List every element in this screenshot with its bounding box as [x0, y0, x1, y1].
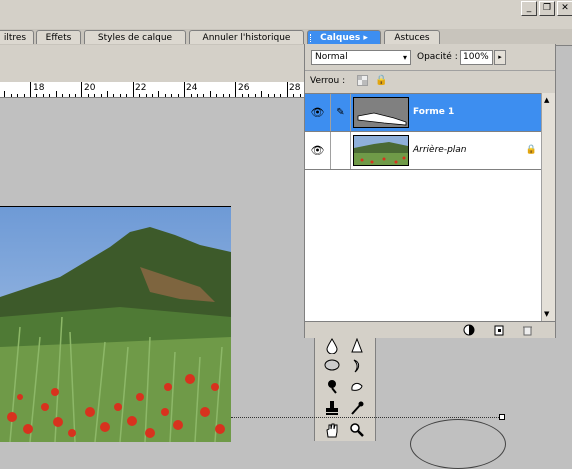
grip-icon — [310, 34, 313, 42]
tab-effets[interactable]: Effets — [36, 30, 81, 44]
opacity-input[interactable]: 100% — [460, 50, 493, 65]
close-icon: ✕ — [561, 3, 569, 13]
tab-calques[interactable]: Calques ▸ — [307, 30, 381, 45]
toolbox — [314, 337, 376, 441]
tab-label: Styles de calque — [97, 33, 173, 43]
smudge-tool[interactable] — [346, 358, 368, 376]
layers-bottom-bar — [305, 321, 555, 338]
brush-icon: ✎ — [336, 107, 345, 118]
tab-label: Effets — [45, 33, 72, 43]
layer-name[interactable]: Arrière-plan — [413, 145, 467, 155]
visibility-toggle[interactable]: 👁 — [305, 132, 331, 169]
transform-handle[interactable] — [499, 414, 505, 420]
lock-all-checkbox[interactable]: 🔒 — [375, 75, 388, 86]
checkerboard-icon — [358, 76, 367, 85]
tab-label: Annuler l'historique — [202, 33, 291, 43]
restore-button[interactable]: ❐ — [539, 1, 555, 16]
ruler-label: 28 — [289, 83, 301, 93]
zoom-tool[interactable] — [346, 422, 368, 440]
adjustment-layer-button[interactable] — [463, 324, 475, 340]
ruler-label: 18 — [33, 83, 45, 93]
burn-tool[interactable] — [321, 378, 343, 396]
horizontal-ruler: 18 20 22 24 26 28 — [0, 82, 305, 98]
blend-mode-select[interactable]: Normal ▾ — [311, 50, 411, 65]
ruler-label: 24 — [186, 83, 198, 93]
tab-label: Astuces — [394, 33, 430, 43]
tab-label: Calques — [320, 33, 361, 43]
tab-menu-arrow-icon[interactable]: ▸ — [363, 33, 368, 43]
blur-tool[interactable] — [321, 338, 343, 356]
delete-layer-button[interactable] — [521, 324, 533, 340]
sharpen-icon — [351, 337, 363, 353]
layer-row-arriere-plan[interactable]: 👁 Arrière-plan 🔒 — [305, 132, 541, 170]
tab-filtres[interactable]: iltres — [0, 30, 34, 44]
hand-tool[interactable] — [321, 422, 343, 440]
lock-icon: 🔒 — [375, 75, 388, 86]
ellipse-shape-outline — [410, 419, 506, 469]
smudge-icon — [353, 359, 360, 373]
dodge-tool[interactable] — [346, 378, 368, 396]
document-image[interactable] — [0, 206, 231, 443]
tab-label: iltres — [3, 33, 27, 43]
eyedropper-tool[interactable] — [346, 400, 368, 418]
stamp-icon — [326, 401, 338, 415]
chevron-down-icon: ▾ — [402, 53, 407, 62]
layer-link-cell[interactable]: ✎ — [331, 94, 351, 131]
eye-icon: 👁 — [310, 106, 325, 119]
ruler-label: 20 — [84, 83, 96, 93]
divider — [305, 70, 555, 71]
drop-icon — [326, 338, 338, 355]
sharpen-tool[interactable] — [346, 337, 368, 356]
tab-annuler-historique[interactable]: Annuler l'historique — [189, 30, 304, 44]
sponge-tool[interactable] — [321, 358, 343, 376]
new-layer-button[interactable] — [493, 324, 505, 340]
burn-icon — [328, 380, 337, 394]
minimize-icon: _ — [526, 3, 532, 13]
photo-thumbnail — [354, 136, 408, 165]
scroll-down-icon[interactable]: ▼ — [544, 310, 549, 318]
layer-thumbnail[interactable] — [353, 97, 409, 128]
dodge-icon — [351, 382, 363, 391]
landscape-photo — [0, 207, 231, 443]
ruler-label: 26 — [238, 83, 250, 93]
layer-thumbnail[interactable] — [353, 135, 409, 166]
adjustment-icon — [463, 324, 475, 336]
opacity-slider-button[interactable]: ▸ — [494, 50, 506, 65]
opacity-label: Opacité : — [417, 52, 458, 62]
lock-label: Verrou : — [310, 76, 346, 86]
restore-icon: ❐ — [542, 3, 552, 13]
layer-name[interactable]: Forme 1 — [413, 107, 454, 117]
tab-styles-de-calque[interactable]: Styles de calque — [84, 30, 186, 44]
layer-link-cell[interactable] — [331, 132, 351, 169]
close-button[interactable]: ✕ — [557, 1, 572, 16]
zoom-icon — [350, 423, 364, 437]
layers-panel: Normal ▾ Opacité : 100% ▸ Verrou : 🔒 👁 ✎… — [304, 44, 556, 338]
scroll-up-icon[interactable]: ▲ — [544, 96, 549, 104]
clone-stamp-tool[interactable] — [321, 400, 343, 418]
lock-icon: 🔒 — [525, 145, 537, 155]
ruler-label: 22 — [135, 83, 147, 93]
hand-icon — [326, 423, 338, 438]
trash-icon — [523, 326, 532, 336]
lock-transparency-checkbox[interactable] — [357, 75, 368, 86]
sponge-icon — [324, 359, 340, 371]
layer-row-forme-1[interactable]: 👁 ✎ Forme 1 — [305, 94, 541, 132]
minimize-button[interactable]: _ — [521, 1, 537, 16]
arrow-right-icon: ▸ — [498, 53, 502, 61]
menu-strip: _ ❐ ✕ — [0, 0, 572, 29]
layers-scrollbar[interactable]: ▲ ▼ — [541, 93, 555, 321]
blend-mode-value: Normal — [315, 52, 348, 62]
visibility-toggle[interactable]: 👁 — [305, 94, 331, 131]
eyedropper-icon — [351, 401, 364, 415]
options-bar — [0, 45, 305, 82]
tab-astuces[interactable]: Astuces — [384, 30, 440, 44]
ruler-ticks — [4, 82, 301, 97]
new-layer-icon — [494, 325, 504, 336]
eye-icon: 👁 — [310, 144, 325, 157]
layers-list: 👁 ✎ Forme 1 👁 Arrière-plan 🔒 — [305, 93, 555, 322]
opacity-value: 100% — [463, 52, 489, 62]
shape-thumbnail — [357, 112, 407, 126]
